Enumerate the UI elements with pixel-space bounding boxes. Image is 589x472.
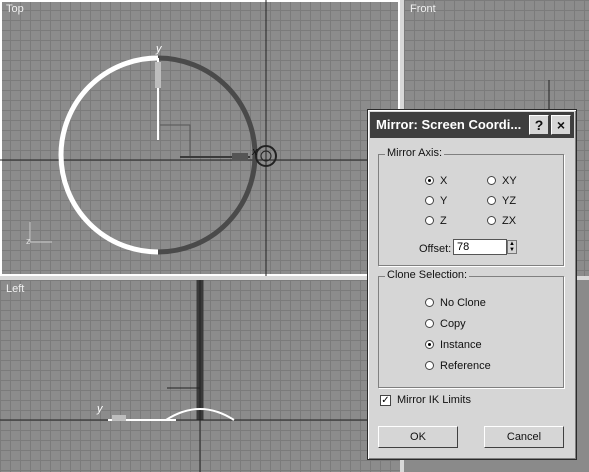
reference-label: Reference bbox=[440, 360, 491, 372]
viewport-label-top: Top bbox=[6, 3, 24, 15]
cancel-button[interactable]: Cancel bbox=[484, 426, 564, 448]
axis-radio-zx[interactable]: ZX bbox=[487, 215, 516, 227]
axis-xy-label: XY bbox=[502, 175, 517, 187]
clone-radio-copy[interactable]: Copy bbox=[425, 318, 466, 330]
viewport-top[interactable]: Top y x z bbox=[0, 0, 400, 276]
offset-label: Offset: bbox=[419, 243, 452, 255]
radio-dot bbox=[425, 196, 434, 205]
offset-input[interactable]: 78 bbox=[453, 239, 507, 255]
radio-dot bbox=[425, 340, 434, 349]
left-view-scene bbox=[0, 280, 400, 472]
axis-zx-label: ZX bbox=[502, 215, 517, 227]
radio-dot bbox=[425, 176, 434, 185]
axis-radio-xy[interactable]: XY bbox=[487, 175, 517, 187]
ok-button[interactable]: OK bbox=[378, 426, 458, 448]
mirror-ik-checkbox[interactable]: ✓ bbox=[380, 395, 391, 406]
axis-yz-label: YZ bbox=[502, 195, 517, 207]
axis-z-option-label: Z bbox=[440, 215, 447, 227]
viewport-label-left: Left bbox=[6, 283, 25, 295]
clone-radio-reference[interactable]: Reference bbox=[425, 360, 491, 372]
instance-label: Instance bbox=[440, 339, 482, 351]
radio-dot bbox=[425, 361, 434, 370]
radio-dot bbox=[425, 298, 434, 307]
axis-z-label: z bbox=[26, 236, 31, 246]
axis-x-label: X bbox=[440, 175, 448, 187]
no-clone-label: No Clone bbox=[440, 297, 486, 309]
mirror-dialog: Mirror: Screen Coordi... ? × Mirror Axis… bbox=[367, 109, 577, 460]
radio-dot bbox=[487, 176, 496, 185]
clone-radio-instance[interactable]: Instance bbox=[425, 339, 482, 351]
help-button[interactable]: ? bbox=[529, 115, 549, 135]
copy-label: Copy bbox=[440, 318, 466, 330]
axis-y-label-left: y bbox=[97, 403, 103, 415]
top-view-scene bbox=[0, 0, 400, 276]
offset-spinner[interactable]: ▲ ▼ bbox=[507, 240, 517, 254]
axis-y-option-label: Y bbox=[440, 195, 448, 207]
mirror-axis-title: Mirror Axis: bbox=[385, 147, 444, 159]
axis-x-label: x bbox=[252, 146, 258, 158]
axis-radio-yz[interactable]: YZ bbox=[487, 195, 516, 207]
viewport-label-front: Front bbox=[410, 3, 436, 15]
clone-selection-group: Clone Selection: No Clone Copy Instance … bbox=[378, 269, 564, 388]
axis-radio-z[interactable]: Z bbox=[425, 215, 447, 227]
close-button[interactable]: × bbox=[551, 115, 571, 135]
mirror-axis-group: Mirror Axis: X Y Z XY YZ ZX Offset: 78 ▲… bbox=[378, 147, 564, 266]
radio-dot bbox=[425, 319, 434, 328]
axis-radio-x[interactable]: X bbox=[425, 175, 447, 187]
radio-dot bbox=[487, 216, 496, 225]
dialog-titlebar[interactable]: Mirror: Screen Coordi... ? × bbox=[370, 112, 574, 138]
radio-dot bbox=[425, 216, 434, 225]
axis-radio-y[interactable]: Y bbox=[425, 195, 447, 207]
viewport-left[interactable]: Left y bbox=[0, 280, 400, 472]
mirror-ik-label: Mirror IK Limits bbox=[397, 394, 471, 406]
clone-radio-no-clone[interactable]: No Clone bbox=[425, 297, 486, 309]
dialog-title: Mirror: Screen Coordi... bbox=[376, 117, 522, 132]
axis-y-label: y bbox=[156, 43, 162, 55]
clone-selection-title: Clone Selection: bbox=[385, 269, 470, 281]
radio-dot bbox=[487, 196, 496, 205]
